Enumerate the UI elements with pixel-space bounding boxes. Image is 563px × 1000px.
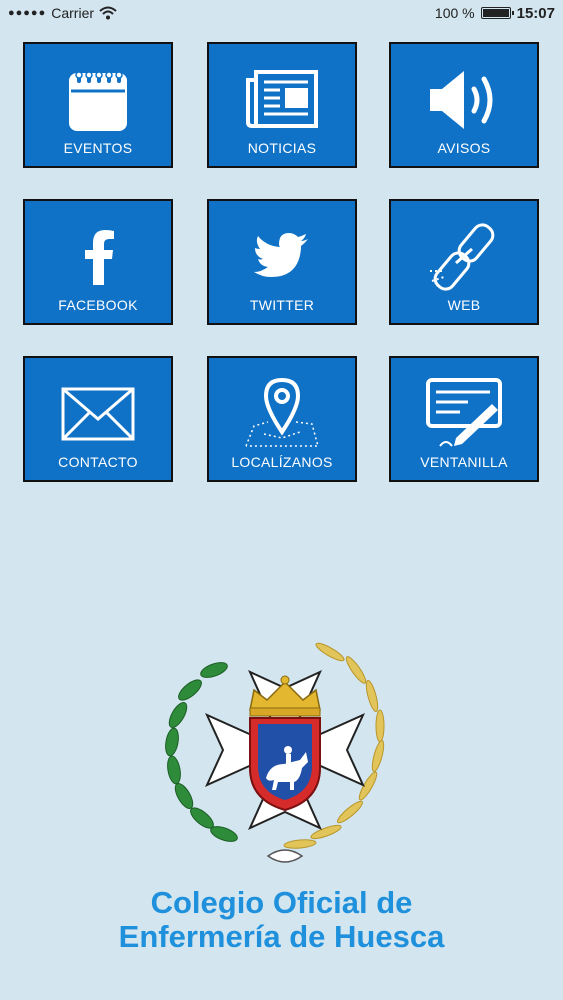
carrier-label: Carrier [51, 5, 95, 21]
tile-label: AVISOS [437, 140, 491, 156]
tile-noticias[interactable]: NOTICIAS [207, 42, 357, 168]
status-bar: ●●●●● Carrier 100 % 15:07 [0, 0, 563, 26]
tile-eventos[interactable]: EVENTOS [23, 42, 173, 168]
tile-label: NOTICIAS [247, 140, 317, 156]
envelope-icon [58, 376, 138, 452]
tile-label: VENTANILLA [420, 454, 508, 470]
tile-label: LOCALÍZANOS [231, 454, 333, 470]
tile-facebook[interactable]: FACEBOOK [23, 199, 173, 325]
tile-web[interactable]: WEB [389, 199, 539, 325]
facebook-icon [58, 219, 138, 295]
organization-name-line2: Enfermería de Huesca [118, 919, 445, 954]
tile-label: WEB [447, 297, 481, 313]
tile-localizanos[interactable]: LOCALÍZANOS [207, 356, 357, 482]
battery-percent: 100 % [434, 5, 475, 21]
organization-name-line1: Colegio Oficial de [150, 885, 413, 920]
tile-avisos[interactable]: AVISOS [389, 42, 539, 168]
tile-ventanilla[interactable]: VENTANILLA [389, 356, 539, 482]
form-sign-icon [424, 376, 504, 452]
wifi-icon [99, 6, 117, 20]
tile-twitter[interactable]: TWITTER [207, 199, 357, 325]
speaker-icon [424, 62, 504, 138]
clock: 15:07 [516, 4, 555, 22]
link-icon [424, 219, 504, 295]
newspaper-icon [242, 62, 322, 138]
status-right: 100 % 15:07 [435, 5, 555, 22]
calendar-icon [58, 62, 138, 138]
tile-label: EVENTOS [63, 140, 133, 156]
organization-logo [150, 630, 420, 880]
tile-contacto[interactable]: CONTACTO [23, 356, 173, 482]
tile-label: FACEBOOK [58, 297, 138, 313]
status-left: ●●●●● Carrier [8, 5, 117, 21]
map-pin-icon [242, 376, 322, 452]
signal-icon: ●●●●● [8, 7, 47, 19]
tile-label: CONTACTO [58, 454, 138, 470]
battery-icon [480, 7, 514, 19]
tile-label: TWITTER [249, 297, 315, 313]
twitter-icon [242, 219, 322, 295]
